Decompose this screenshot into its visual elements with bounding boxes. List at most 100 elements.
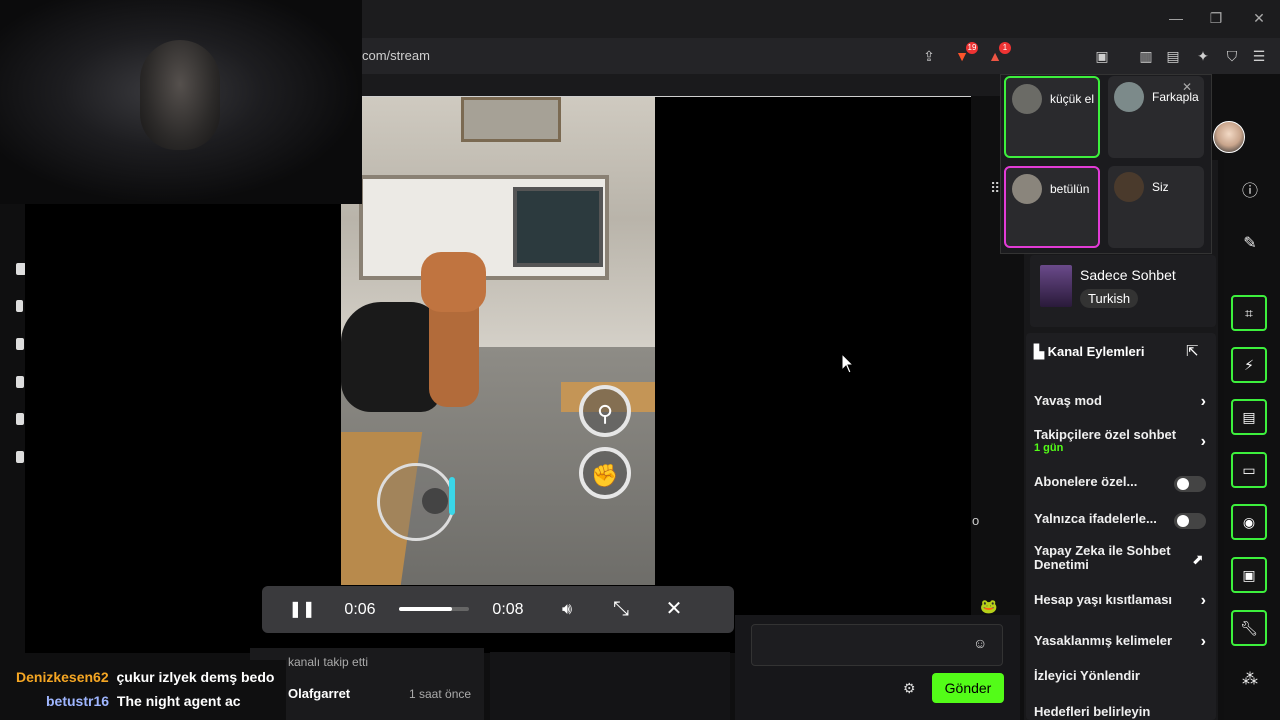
- participant-avatar: [1114, 172, 1144, 202]
- current-time: 0:06: [344, 601, 376, 618]
- chevron-right-icon: ›: [1200, 433, 1206, 450]
- notes-icon[interactable]: ▤: [1231, 399, 1267, 435]
- duration: 0:08: [492, 601, 524, 618]
- category-name[interactable]: Sadece Sohbet: [1080, 267, 1176, 283]
- vpn-shield-icon[interactable]: ⛉: [1222, 46, 1242, 66]
- video-controls: ❚❚ 0:06 0:08 🔊︎ ⤡ ✕: [262, 586, 734, 633]
- close-call-icon[interactable]: ✕: [1182, 80, 1192, 94]
- follow-text: kanalı takip etti: [288, 655, 369, 669]
- subscribers-only-row[interactable]: Abonelere özel...: [1034, 474, 1210, 492]
- minimize-button[interactable]: —: [1164, 8, 1188, 28]
- channel-actions-title: ▙ Kanal Eylemleri: [1034, 344, 1144, 360]
- row-label: İzleyici Yönlendir: [1034, 668, 1140, 683]
- emoji-icon[interactable]: ☺: [973, 635, 987, 651]
- brave-rewards-icon[interactable]: ▲ 1: [985, 42, 1011, 66]
- chat-text: The night agent ac: [116, 693, 241, 709]
- sidebar-following-icon[interactable]: [16, 338, 24, 350]
- row-label: Yasaklanmış kelimeler: [1034, 633, 1173, 648]
- category-thumbnail[interactable]: [1040, 265, 1072, 307]
- wrench-icon[interactable]: 🔧︎: [1231, 610, 1267, 646]
- broadcast-icon[interactable]: ◉: [1231, 504, 1267, 540]
- sidebar-stats-icon[interactable]: [16, 451, 24, 463]
- ai-moderation-row[interactable]: Yapay Zeka ile Sohbet Denetimi: [1034, 544, 1184, 572]
- exit-fullscreen-icon[interactable]: ⤡: [606, 586, 636, 633]
- chevron-right-icon: ›: [1200, 393, 1206, 410]
- webcam-overlay: [0, 0, 362, 204]
- sidebar-music-icon[interactable]: [16, 376, 24, 388]
- participant-name: Farkapla: [1152, 90, 1199, 104]
- layout-icon[interactable]: ▣: [1231, 557, 1267, 593]
- sidebar-search-icon[interactable]: [16, 413, 24, 425]
- subscribers-only-toggle[interactable]: [1174, 476, 1206, 492]
- close-video-icon[interactable]: ✕: [659, 586, 689, 633]
- wallet-icon[interactable]: ▤: [1163, 46, 1183, 66]
- banned-words-row[interactable]: Yasaklanmış kelimeler ›: [1034, 633, 1210, 650]
- goals-row[interactable]: Hedefleri belirleyin: [1034, 704, 1210, 719]
- participant-tile[interactable]: Siz: [1108, 166, 1204, 248]
- followers-only-row[interactable]: Takipçilere özel sohbet › 1 gün: [1034, 427, 1210, 454]
- account-age-row[interactable]: Hesap yaşı kısıtlaması ›: [1034, 592, 1210, 609]
- row-label: Takipçilere özel sohbet: [1034, 427, 1177, 442]
- chat-icon[interactable]: ▭: [1231, 452, 1267, 488]
- player-character: [341, 302, 441, 412]
- log-character-head: [421, 252, 486, 312]
- joystick[interactable]: [377, 463, 455, 541]
- emote-icon[interactable]: 🐸: [980, 598, 997, 615]
- wall-frames: [461, 97, 561, 142]
- participant-name: küçük el: [1050, 92, 1095, 106]
- activity-user[interactable]: Olafgarret: [288, 686, 350, 701]
- classroom-window: [513, 187, 603, 267]
- chat-username[interactable]: betustr16: [46, 693, 109, 709]
- leo-ai-icon[interactable]: ✦: [1193, 46, 1213, 66]
- row-label: Yapay Zeka ile Sohbet Denetimi: [1034, 543, 1171, 572]
- webcam-person: [140, 40, 220, 150]
- external-link-icon[interactable]: ⬈: [1192, 551, 1204, 568]
- channel-actions-icon: ▙: [1034, 344, 1048, 359]
- mouse-cursor-icon: [841, 353, 855, 374]
- emotes-only-toggle[interactable]: [1174, 513, 1206, 529]
- maximize-button[interactable]: ❐: [1204, 8, 1228, 28]
- chat-text: çukur izlyek demş bedo: [116, 669, 275, 685]
- edit-icon[interactable]: ✎: [1238, 232, 1262, 256]
- slow-mode-row[interactable]: Yavaş mod ›: [1034, 393, 1210, 410]
- popout-icon[interactable]: ⇱: [1186, 342, 1199, 360]
- participant-tile[interactable]: küçük el: [1004, 76, 1100, 158]
- sidebar-browse-icon[interactable]: [16, 300, 23, 312]
- brave-shields-icon[interactable]: ▼ 19: [952, 42, 978, 66]
- sidebar-toggle-icon[interactable]: ▥: [1136, 46, 1156, 66]
- reader-mode-icon[interactable]: ▣: [1092, 46, 1112, 66]
- dance-action-icon[interactable]: ⚲: [579, 385, 631, 437]
- joystick-knob[interactable]: [422, 488, 448, 514]
- share-icon[interactable]: ⇪: [919, 46, 939, 66]
- participant-tile[interactable]: betülün: [1004, 166, 1100, 248]
- partial-text: o: [972, 513, 980, 528]
- chat-username[interactable]: Denizkesen62: [16, 669, 109, 685]
- chevron-right-icon: ›: [1200, 592, 1206, 609]
- info-icon[interactable]: ⓘ: [1238, 180, 1262, 204]
- progress-bar[interactable]: [399, 607, 469, 611]
- participant-avatar: [1012, 174, 1042, 204]
- emotes-only-row[interactable]: Yalnızca ifadelerle...: [1034, 511, 1210, 529]
- language-tag[interactable]: Turkish: [1080, 289, 1139, 308]
- drag-handle-icon[interactable]: ⠿: [990, 180, 1000, 197]
- participant-name: betülün: [1050, 182, 1090, 196]
- video-content[interactable]: ⚲ ✊: [341, 97, 655, 585]
- joystick-indicator: [449, 477, 455, 515]
- settings-gear-icon[interactable]: ⚙: [903, 680, 916, 697]
- close-window-button[interactable]: ✕: [1247, 8, 1271, 28]
- menu-icon[interactable]: ☰: [1249, 46, 1269, 66]
- participant-avatar: [1012, 84, 1042, 114]
- punch-action-icon[interactable]: ✊: [579, 447, 631, 499]
- row-label: Hedefleri belirleyin: [1034, 704, 1151, 719]
- brave-badge: 19: [966, 42, 978, 54]
- user-avatar[interactable]: [1213, 121, 1245, 153]
- screenshot-icon[interactable]: ⌗: [1231, 295, 1267, 331]
- more-tools-icon[interactable]: ⁂: [1238, 668, 1262, 692]
- lightning-icon[interactable]: ⚡︎: [1231, 347, 1267, 383]
- send-button[interactable]: Gönder: [932, 673, 1004, 703]
- pause-button[interactable]: ❚❚: [288, 586, 316, 633]
- raid-row[interactable]: İzleyici Yönlendir: [1034, 668, 1210, 683]
- volume-icon[interactable]: 🔊︎: [552, 586, 582, 633]
- chat-input[interactable]: [751, 624, 1003, 666]
- url-text[interactable]: com/stream: [362, 48, 430, 63]
